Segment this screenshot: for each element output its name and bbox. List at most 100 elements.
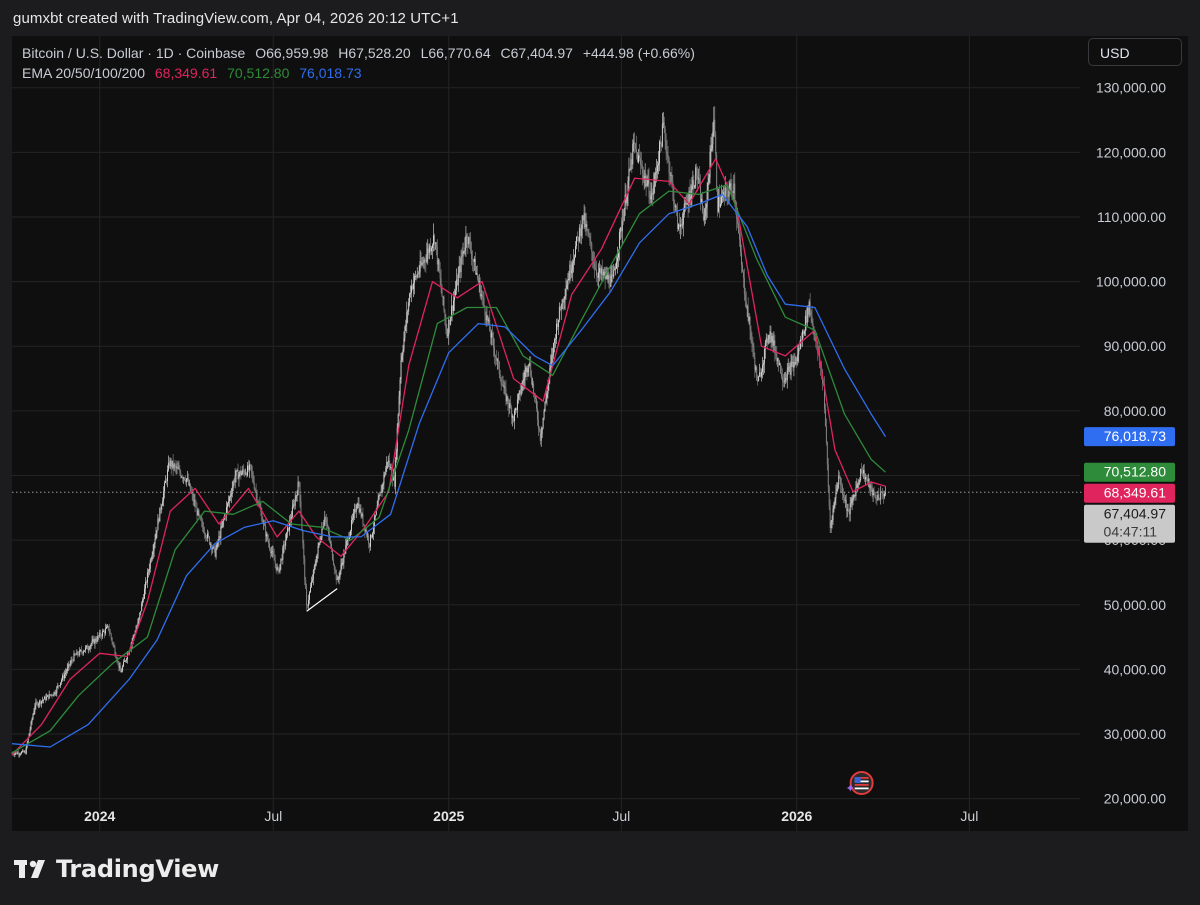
candle-body [175, 465, 177, 469]
candle-body [433, 235, 435, 244]
candle-body [581, 215, 583, 230]
candle-body [184, 477, 186, 481]
candle-body [776, 353, 778, 362]
candle-body [598, 268, 600, 273]
candle-body [655, 172, 657, 175]
candle-body [275, 563, 277, 570]
candle-body [745, 301, 747, 308]
candle-body [238, 474, 240, 480]
candle-body [760, 372, 762, 377]
candle-body [711, 144, 713, 149]
candle-body [171, 460, 173, 467]
trendline-drawing[interactable] [306, 588, 338, 612]
candle-body [76, 651, 78, 656]
candle-body [158, 518, 160, 522]
candle-body [42, 700, 43, 702]
candle-body [784, 378, 786, 381]
candle-body [596, 269, 597, 277]
chart-legend: Bitcoin / U.S. Dollar · 1D · Coinbase O6… [22, 43, 695, 83]
candle-body [296, 494, 298, 496]
candle-body [64, 672, 66, 675]
candle-body [430, 245, 432, 252]
candle-body [563, 298, 565, 303]
candle-body [378, 496, 380, 500]
legend-ema-row[interactable]: EMA 20/50/100/200 68,349.61 70,512.80 76… [22, 63, 695, 83]
candle-body [475, 272, 477, 275]
candle-body [456, 279, 458, 286]
candle-body [771, 335, 773, 343]
candle-body [659, 141, 661, 145]
candle-body [845, 500, 847, 511]
candle-body [315, 561, 317, 565]
candle-body [524, 372, 526, 380]
candle-body [789, 366, 791, 375]
candle-body [854, 494, 856, 497]
candle-body [387, 461, 389, 463]
candle-body [32, 714, 34, 720]
candle-body [763, 349, 765, 364]
price-chart[interactable]: 20,000.0030,000.0040,000.0050,000.0060,0… [0, 0, 1200, 905]
candle-body [699, 178, 700, 184]
candle-body [228, 501, 229, 504]
candle-body [844, 497, 845, 501]
candle-body [810, 311, 812, 317]
candle-body [204, 532, 206, 535]
price-label-value: 68,349.61 [1104, 485, 1166, 501]
candle-body [405, 324, 407, 327]
candle-body [717, 188, 719, 212]
candle-body [183, 477, 185, 479]
candle-body [556, 323, 558, 328]
candle-body [615, 268, 617, 270]
candle-body [552, 354, 554, 356]
candle-body [801, 339, 803, 341]
candle-body [577, 236, 579, 242]
candle-body [304, 558, 306, 580]
candle-body [412, 285, 413, 290]
candle-body [539, 429, 541, 441]
candle-body [37, 702, 39, 706]
candle-body [715, 134, 717, 155]
candle-body [663, 122, 665, 130]
candle-body [245, 473, 247, 475]
candle-body [786, 370, 788, 381]
candle-body [804, 315, 806, 332]
candle-body [81, 649, 83, 652]
candle-body [269, 548, 271, 553]
candle-body [491, 332, 493, 338]
candle-body [766, 337, 768, 343]
x-tick-label: 2025 [433, 808, 464, 824]
candle-body [759, 372, 761, 377]
candle-body [571, 269, 573, 274]
candle-body [277, 567, 279, 569]
candle-body [77, 651, 79, 655]
candle-body [566, 285, 568, 289]
candle-body [222, 521, 224, 526]
candle-body [97, 635, 99, 641]
candle-body [164, 483, 166, 492]
candle-body [46, 695, 48, 697]
candle-body [678, 224, 679, 229]
currency-button[interactable]: USD [1088, 38, 1182, 66]
candle-body [351, 520, 352, 531]
candle-body [166, 480, 167, 482]
candle-body [415, 276, 417, 278]
candle-body [84, 650, 85, 652]
candle-body [398, 395, 400, 414]
candle-body [252, 475, 254, 483]
candle-body [698, 178, 700, 180]
candle-body [529, 363, 531, 364]
candle-body [518, 390, 520, 395]
candle-body [406, 312, 408, 325]
candle-body [34, 706, 36, 711]
candle-body [714, 119, 716, 135]
candle-body [546, 393, 548, 398]
candle-body [22, 750, 23, 752]
candle-body [653, 185, 655, 195]
candle-body [570, 264, 572, 274]
candle-body [639, 155, 640, 159]
candle-body [324, 517, 326, 523]
tradingview-brand[interactable]: TradingView [14, 852, 219, 886]
candle-body [650, 194, 652, 200]
candle-body [466, 235, 468, 239]
candle-body [399, 379, 401, 396]
